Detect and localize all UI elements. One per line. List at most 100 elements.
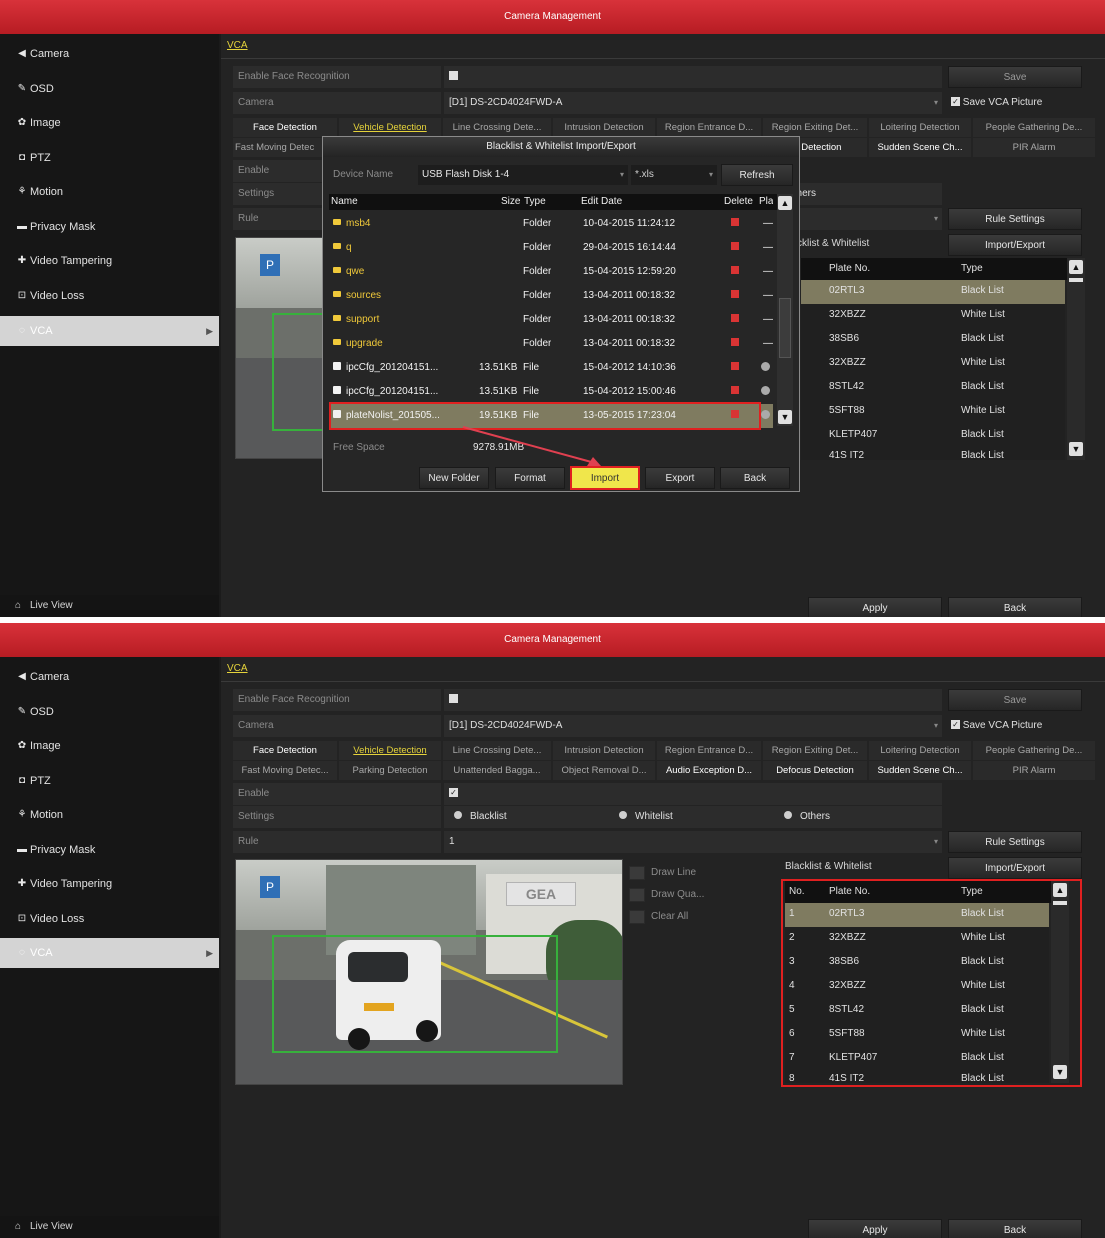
tab-region-entrance[interactable]: Region Entrance D... [657,741,761,760]
back-button[interactable]: Back [948,597,1082,617]
file-row-selected[interactable]: plateNolist_201505... 19.51KB File 13-05… [329,404,773,428]
table-row[interactable]: 4 32XBZZ White List [785,975,1049,999]
delete-icon[interactable] [731,356,739,380]
live-view-button[interactable]: ⌂ Live View [0,595,219,617]
sidebar-item-image[interactable]: ✿ Image [0,731,219,761]
import-export-button[interactable]: Import/Export [948,857,1082,879]
tab-object-removal[interactable]: Object Removal D... [553,761,655,780]
save-vca-picture-checkbox[interactable]: ✓ Save VCA Picture [951,92,1042,114]
save-button[interactable]: Save [948,689,1082,711]
file-row[interactable]: qwe Folder 15-04-2015 12:59:20 — [329,260,773,284]
device-name-select[interactable]: USB Flash Disk 1-4 ▾ [418,165,628,185]
tab-vehicle-detection[interactable]: Vehicle Detection [339,118,441,137]
clear-all-button[interactable]: Clear All [629,907,688,927]
back-button[interactable]: Back [948,1219,1082,1238]
scroll-up-icon[interactable]: ▲ [1053,883,1067,897]
table-scrollbar[interactable]: ▲ ▼ [1051,881,1069,1083]
table-row[interactable]: 3 38SB6 Black List [785,951,1049,975]
blacklist-radio[interactable]: Blacklist [454,806,507,828]
sidebar-item-motion[interactable]: ⚘ Motion [0,800,219,830]
tab-pir-alarm[interactable]: PIR Alarm [973,138,1095,157]
rule-settings-button[interactable]: Rule Settings [948,208,1082,230]
scroll-thumb[interactable] [1069,278,1083,282]
scroll-up-icon[interactable]: ▲ [778,196,792,210]
tab-region-exiting[interactable]: Region Exiting Det... [763,741,867,760]
save-button[interactable]: Save [948,66,1082,88]
save-vca-picture-checkbox[interactable]: ✓ Save VCA Picture [951,715,1042,737]
sidebar-item-osd[interactable]: ✎ OSD [0,697,219,727]
table-row[interactable]: 5SFT88 White List [801,400,1065,424]
delete-icon[interactable] [731,212,739,236]
sidebar-item-video-tampering[interactable]: ✚ Video Tampering [0,869,219,899]
tab-sudden-scene[interactable]: Sudden Scene Ch... [869,761,971,780]
tab-region-entrance[interactable]: Region Entrance D... [657,118,761,137]
import-export-button[interactable]: Import/Export [948,234,1082,256]
camera-select[interactable]: [D1] DS-2CD4024FWD-A ▾ [444,92,942,114]
table-row[interactable]: 5 8STL42 Black List [785,999,1049,1023]
sidebar-item-vca[interactable]: ◌ VCA ▶ [0,316,219,346]
table-row[interactable]: 32XBZZ White List [801,304,1065,328]
tab-audio-exception[interactable]: Audio Exception D... [657,761,761,780]
table-row[interactable]: 32XBZZ White List [801,352,1065,376]
tab-region-exiting[interactable]: Region Exiting Det... [763,118,867,137]
tab-unattended-baggage[interactable]: Unattended Bagga... [443,761,551,780]
table-row[interactable]: 2 32XBZZ White List [785,927,1049,951]
enable-checkbox[interactable]: ✓ [444,783,942,805]
others-radio[interactable]: Others [784,806,830,828]
sidebar-item-vca[interactable]: ◌ VCA ▶ [0,938,219,968]
tab-pir-alarm[interactable]: PIR Alarm [973,761,1095,780]
table-row[interactable]: 6 5SFT88 White List [785,1023,1049,1047]
scroll-up-icon[interactable]: ▲ [1069,260,1083,274]
tab-people-gathering[interactable]: People Gathering De... [973,118,1095,137]
file-list-scrollbar[interactable]: ▲ ▼ [777,194,793,426]
tab-loitering-detection[interactable]: Loitering Detection [869,741,971,760]
enable-face-checkbox[interactable] [444,689,942,711]
rule-select[interactable]: 1 ▾ [444,831,942,853]
tab-intrusion-detection[interactable]: Intrusion Detection [553,741,655,760]
tab-line-crossing[interactable]: Line Crossing Dete... [443,741,551,760]
sidebar-item-motion[interactable]: ⚘ Motion [0,177,219,207]
delete-icon[interactable] [731,404,739,428]
tab-loitering-detection[interactable]: Loitering Detection [869,118,971,137]
play-icon[interactable] [761,356,770,380]
tab-intrusion-detection[interactable]: Intrusion Detection [553,118,655,137]
new-folder-button[interactable]: New Folder [419,467,489,489]
sidebar-item-privacy-mask[interactable]: ▬ Privacy Mask [0,212,219,242]
tab-line-crossing[interactable]: Line Crossing Dete... [443,118,551,137]
play-icon[interactable] [761,404,770,428]
tab-parking-detection[interactable]: Parking Detection [339,761,441,780]
sidebar-item-ptz[interactable]: ◘ PTZ [0,766,219,796]
settings-others-option[interactable]: Others [781,183,942,205]
tab-sudden-scene[interactable]: Sudden Scene Ch... [869,138,971,157]
draw-line-button[interactable]: Draw Line [629,863,696,883]
scroll-thumb[interactable] [1053,901,1067,905]
table-scrollbar[interactable]: ▲ ▼ [1067,258,1085,460]
sidebar-item-privacy-mask[interactable]: ▬ Privacy Mask [0,835,219,865]
delete-icon[interactable] [731,260,739,284]
delete-icon[interactable] [731,308,739,332]
camera-preview[interactable]: GEA P [235,859,623,1085]
table-row[interactable]: 38SB6 Black List [801,328,1065,352]
export-button[interactable]: Export [645,467,715,489]
tab-people-gathering[interactable]: People Gathering De... [973,741,1095,760]
file-row[interactable]: ipcCfg_201204151... 13.51KB File 15-04-2… [329,356,773,380]
whitelist-radio[interactable]: Whitelist [619,806,673,828]
table-row[interactable]: 02RTL3 Black List [801,280,1065,304]
file-row[interactable]: support Folder 13-04-2011 00:18:32 — [329,308,773,332]
rule-select[interactable]: ▾ [781,208,942,230]
table-row[interactable]: 41S IT2 Black List [801,448,1065,460]
sidebar-item-video-loss[interactable]: ⊡ Video Loss [0,904,219,934]
play-icon[interactable] [761,380,770,404]
sidebar-item-camera[interactable]: ◀ Camera [0,39,219,69]
live-view-button[interactable]: ⌂ Live View [0,1216,219,1238]
tab-face-detection[interactable]: Face Detection [233,741,337,760]
tab-fast-moving[interactable]: Fast Moving Detec... [233,761,337,780]
tab-vehicle-detection[interactable]: Vehicle Detection [339,741,441,760]
format-button[interactable]: Format [495,467,565,489]
scroll-down-icon[interactable]: ▼ [1053,1065,1067,1079]
camera-preview[interactable]: P [235,237,325,459]
rule-settings-button[interactable]: Rule Settings [948,831,1082,853]
refresh-button[interactable]: Refresh [721,164,793,186]
file-filter-select[interactable]: *.xls ▾ [631,165,717,185]
table-row[interactable]: 8 41S IT2 Black List [785,1071,1049,1083]
